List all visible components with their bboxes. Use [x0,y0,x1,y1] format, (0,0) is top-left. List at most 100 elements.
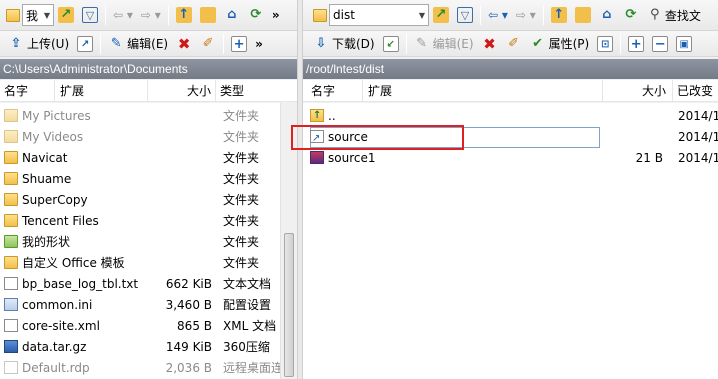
file-row[interactable]: source1 21 B 2014/1 [303,148,718,169]
file-row[interactable]: Shuame 文件夹 [0,169,297,190]
file-row[interactable]: SuperCopy 文件夹 [0,190,297,211]
folder-icon [4,214,18,227]
filter-icon: ▽ [457,7,473,23]
remote-location-combo[interactable]: dist ▼ [329,4,429,26]
filter-button[interactable]: ▽ [453,4,477,26]
download-options-icon: ↙ [382,35,399,52]
toolbar-separator [620,33,622,54]
edit-button[interactable]: ✎ 编辑(E) [104,33,172,55]
open-folder-button[interactable]: ↗ [429,4,453,26]
folder-icon [313,8,327,22]
folder-icon [4,151,18,164]
new-folder-button[interactable]: ⊡ [593,33,617,55]
folder-icon [6,8,20,22]
remote-path-bar[interactable]: /root/lntest/dist [303,59,718,79]
local-column-header: 名字 扩展 大小 类型 [0,80,297,102]
download-icon: ⇩ [315,35,327,51]
open-folder-icon: ↗ [433,7,449,23]
new-button[interactable]: + [227,33,251,55]
file-row[interactable]: common.ini 3,460 B 配置设置 [0,295,297,316]
select-button[interactable]: ▣ [672,33,696,55]
filter-button[interactable]: ▽ [78,4,102,26]
local-action-toolbar: ⇪ 上传(U) ↗ ✎ 编辑(E) ✖ ✐ + » [0,31,297,57]
file-row[interactable]: 自定义 Office 模板 文件夹 [0,253,297,274]
file-row[interactable]: My Videos 文件夹 [0,127,297,148]
properties-button[interactable]: ✔ 属性(P) [526,33,594,55]
upload-button[interactable]: ⇪ 上传(U) [4,33,73,55]
local-path-bar[interactable]: C:\Users\Administrator\Documents [0,59,297,79]
upload-icon: ⇪ [10,35,22,51]
refresh-button[interactable]: ⟳ [619,4,643,26]
file-row[interactable]: My Pictures 文件夹 [0,106,297,127]
file-row[interactable]: bp_base_log_tbl.txt 662 KiB 文本文档 [0,274,297,295]
chevron-down-icon: ▼ [418,10,425,20]
column-extension[interactable]: 扩展 [55,80,148,102]
file-row[interactable]: Default.rdp 2,036 B 远程桌面连 [0,358,297,379]
delete-button[interactable]: ✖ [172,33,196,55]
column-modified[interactable]: 已改变 [673,80,718,102]
new-button[interactable]: + [624,33,648,55]
home-button[interactable]: ⌂ [595,4,619,26]
folder-icon [4,193,18,206]
file-row[interactable]: .. 2014/1 [303,106,718,127]
column-name[interactable]: 名字 [303,80,363,102]
root-folder-icon [574,7,591,23]
local-location-combo[interactable]: 我 ▼ [22,4,54,26]
folder-icon [4,172,18,185]
toolbar-separator [542,5,544,25]
refresh-button[interactable]: ⟳ [244,4,268,26]
open-folder-button[interactable]: ↗ [54,4,78,26]
upload-options-icon: ↗ [77,35,94,52]
toolbar-overflow-button[interactable]: » [268,4,284,26]
file-row[interactable]: 我的形状 文件夹 [0,232,297,253]
refresh-icon: ⟳ [250,7,262,22]
edit-button[interactable]: ✎ 编辑(E) [410,33,478,55]
toolbar-separator [480,5,481,25]
chevron-down-icon: ▼ [43,10,50,20]
rename-button[interactable]: ✐ [502,33,526,55]
local-nav-toolbar: 我 ▼ ↗ ▽ ⇦ ▾ ⇨ ▾ ↑ ⌂ ⟳ » [0,0,297,31]
root-dir-button[interactable] [571,4,595,26]
parent-dir-button[interactable]: ↑ [547,4,571,26]
back-arrow-icon: ⇦ ▾ [113,8,133,22]
file-row[interactable]: Tencent Files 文件夹 [0,211,297,232]
forward-button[interactable]: ⇨ ▾ [512,4,540,26]
pencil-icon: ✎ [110,35,122,51]
parent-folder-icon: ↑ [550,7,567,23]
find-icon: ⚲ [650,7,660,22]
toolbar-overflow-button[interactable]: » [251,33,267,55]
select-icon: ▣ [676,35,693,52]
find-files-button[interactable]: ⚲ 查找文 [643,4,705,26]
back-button[interactable]: ⇦ ▾ [109,4,137,26]
column-name[interactable]: 名字 [0,80,55,102]
scrollbar-thumb[interactable] [284,233,294,377]
rename-icon: ✐ [508,35,520,51]
back-arrow-icon: ⇦ ▾ [488,8,508,22]
file-row[interactable]: core-site.xml 865 B XML 文档 [0,316,297,337]
local-file-list: My Pictures 文件夹 My Videos 文件夹 Navicat 文件… [0,103,297,379]
column-type[interactable]: 类型 [216,80,280,102]
parent-dir-icon [310,106,324,126]
column-size[interactable]: 大小 [603,80,673,102]
download-options-button[interactable]: ↙ [379,33,403,55]
collapse-button[interactable]: − [648,33,672,55]
file-row[interactable]: data.tar.gz 149 KiB 360压缩 [0,337,297,358]
delete-button[interactable]: ✖ [478,33,502,55]
file-row[interactable]: Navicat 文件夹 [0,148,297,169]
download-button[interactable]: ⇩ 下载(D) [309,33,379,55]
toolbar-separator [167,5,169,25]
upload-options-button[interactable]: ↗ [73,33,97,55]
column-extension[interactable]: 扩展 [363,80,603,102]
local-pane: 我 ▼ ↗ ▽ ⇦ ▾ ⇨ ▾ ↑ ⌂ ⟳ » ⇪ 上传(U) ↗ ✎ 编辑(E) ✖… [0,0,297,379]
plus-icon: + [628,35,645,52]
folder-icon [4,256,18,269]
forward-button[interactable]: ⇨ ▾ [137,4,165,26]
root-dir-button[interactable] [196,4,220,26]
column-size[interactable]: 大小 [148,80,216,102]
parent-dir-button[interactable]: ↑ [172,4,196,26]
rdp-file-icon [4,361,18,374]
back-button[interactable]: ⇦ ▾ [484,4,512,26]
home-button[interactable]: ⌂ [220,4,244,26]
plus-icon: + [231,35,248,52]
rename-button[interactable]: ✐ [196,33,220,55]
